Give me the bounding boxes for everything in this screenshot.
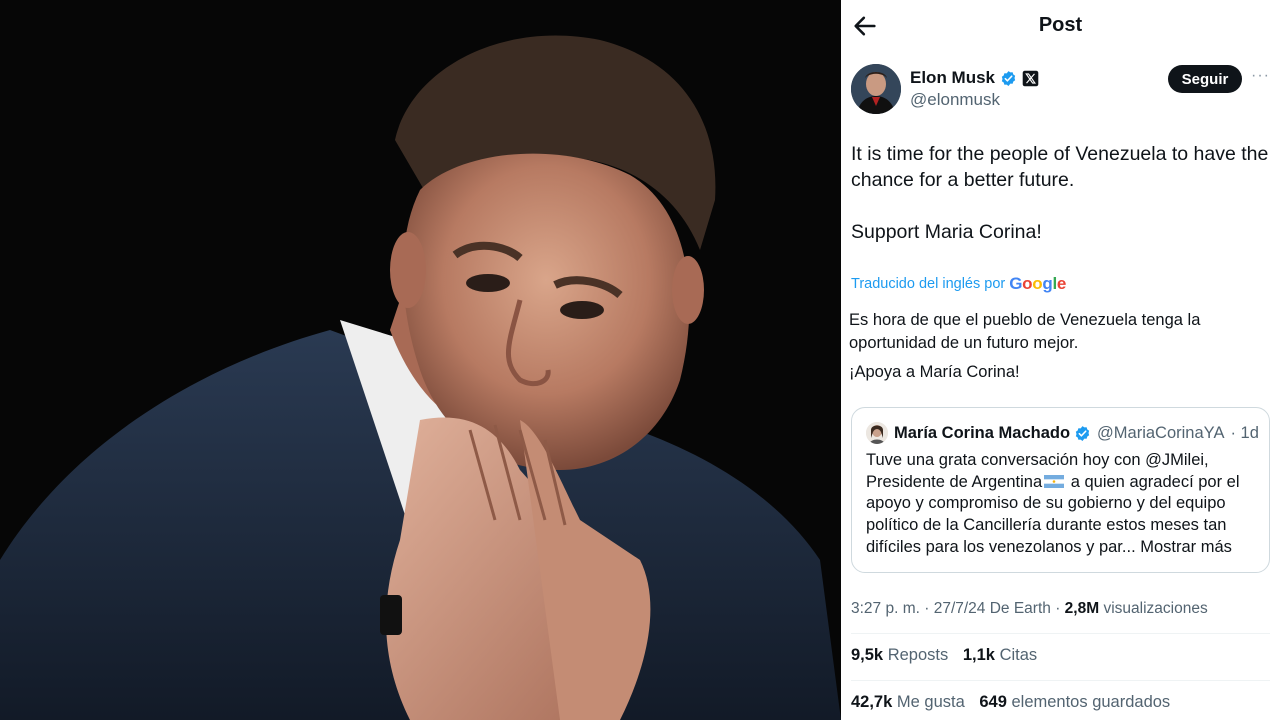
saves-label: elementos guardados bbox=[1011, 693, 1171, 711]
reposts-count: 9,5k bbox=[851, 646, 884, 664]
divider bbox=[851, 680, 1270, 681]
page-title: Post bbox=[1038, 14, 1083, 36]
quoted-avatar-image bbox=[866, 422, 888, 444]
saves-count: 649 bbox=[979, 693, 1007, 711]
stats-row-reposts: 9,5k Reposts 1,1k Citas bbox=[851, 646, 1047, 665]
google-logo: Google bbox=[1009, 274, 1067, 293]
quotes-label: Citas bbox=[999, 646, 1038, 664]
argentina-flag-icon bbox=[1044, 474, 1065, 488]
quoted-author-handle: @MariaCorinaYA bbox=[1097, 423, 1225, 442]
screen: Post Elon Musk @elonmusk Seguir ··· It i… bbox=[0, 0, 1280, 720]
top-bar: Post bbox=[841, 0, 1280, 52]
stats-row-likes: 42,7k Me gusta 649 elementos guardados bbox=[851, 693, 1180, 712]
translation-label: Traducido del inglés por bbox=[851, 276, 1006, 292]
show-more-link[interactable]: Mostrar más bbox=[1140, 538, 1232, 556]
name-row: Elon Musk bbox=[910, 68, 1039, 88]
post-text-line: Support Maria Corina! bbox=[851, 221, 1042, 243]
translated-text: Es hora de que el pueblo de Venezuela te… bbox=[849, 309, 1269, 384]
photo-elon-musk bbox=[0, 0, 841, 720]
quoted-post[interactable]: María Corina Machado @MariaCorinaYA · 1d… bbox=[851, 407, 1270, 573]
more-options-icon[interactable]: ··· bbox=[1251, 67, 1273, 89]
quoted-post-time: · 1d bbox=[1230, 423, 1259, 442]
author-handle[interactable]: @elonmusk bbox=[910, 90, 1000, 110]
saves-stat[interactable]: 649 elementos guardados bbox=[979, 693, 1170, 711]
views-count: 2,8M bbox=[1064, 600, 1100, 617]
likes-label: Me gusta bbox=[896, 693, 965, 711]
x-logo-icon bbox=[1022, 70, 1039, 86]
likes-stat[interactable]: 42,7k Me gusta bbox=[851, 693, 965, 711]
quotes-stat[interactable]: 1,1k Citas bbox=[963, 646, 1037, 664]
reposts-stat[interactable]: 9,5k Reposts bbox=[851, 646, 948, 664]
post-text: It is time for the people of Venezuela t… bbox=[851, 141, 1271, 271]
author-name[interactable]: Elon Musk bbox=[910, 68, 995, 88]
translation-attribution[interactable]: Traducido del inglés por Google bbox=[851, 274, 1066, 294]
portrait-illustration bbox=[0, 0, 841, 720]
post-text-line: It is time for the people of Venezuela t… bbox=[851, 143, 1269, 191]
avatar-image bbox=[851, 64, 901, 114]
translated-line: ¡Apoya a María Corina! bbox=[849, 363, 1020, 381]
quoted-post-text: Tuve una grata conversación hoy con @JMi… bbox=[866, 450, 1261, 559]
verified-badge-icon bbox=[1001, 70, 1016, 86]
post-timestamp[interactable]: 3:27 p. m. · 27/7/24 De Earth · bbox=[851, 600, 1065, 617]
follow-button[interactable]: Seguir bbox=[1168, 65, 1242, 93]
avatar[interactable] bbox=[851, 64, 901, 114]
quoted-author-name: María Corina Machado bbox=[894, 423, 1071, 442]
divider bbox=[851, 633, 1270, 634]
post-panel: Post Elon Musk @elonmusk Seguir ··· It i… bbox=[841, 0, 1280, 720]
reposts-label: Reposts bbox=[887, 646, 949, 664]
translated-line: Es hora de que el pueblo de Venezuela te… bbox=[849, 311, 1201, 352]
post-meta: 3:27 p. m. · 27/7/24 De Earth · 2,8M vis… bbox=[851, 600, 1208, 618]
quoted-avatar bbox=[866, 422, 888, 444]
quoted-post-header: María Corina Machado @MariaCorinaYA · 1d bbox=[866, 422, 1259, 444]
likes-count: 42,7k bbox=[851, 693, 893, 711]
views-label: visualizaciones bbox=[1099, 600, 1208, 617]
verified-badge-icon bbox=[1075, 425, 1090, 441]
post-author: Elon Musk @elonmusk Seguir ··· bbox=[851, 64, 1271, 116]
quotes-count: 1,1k bbox=[962, 646, 995, 664]
